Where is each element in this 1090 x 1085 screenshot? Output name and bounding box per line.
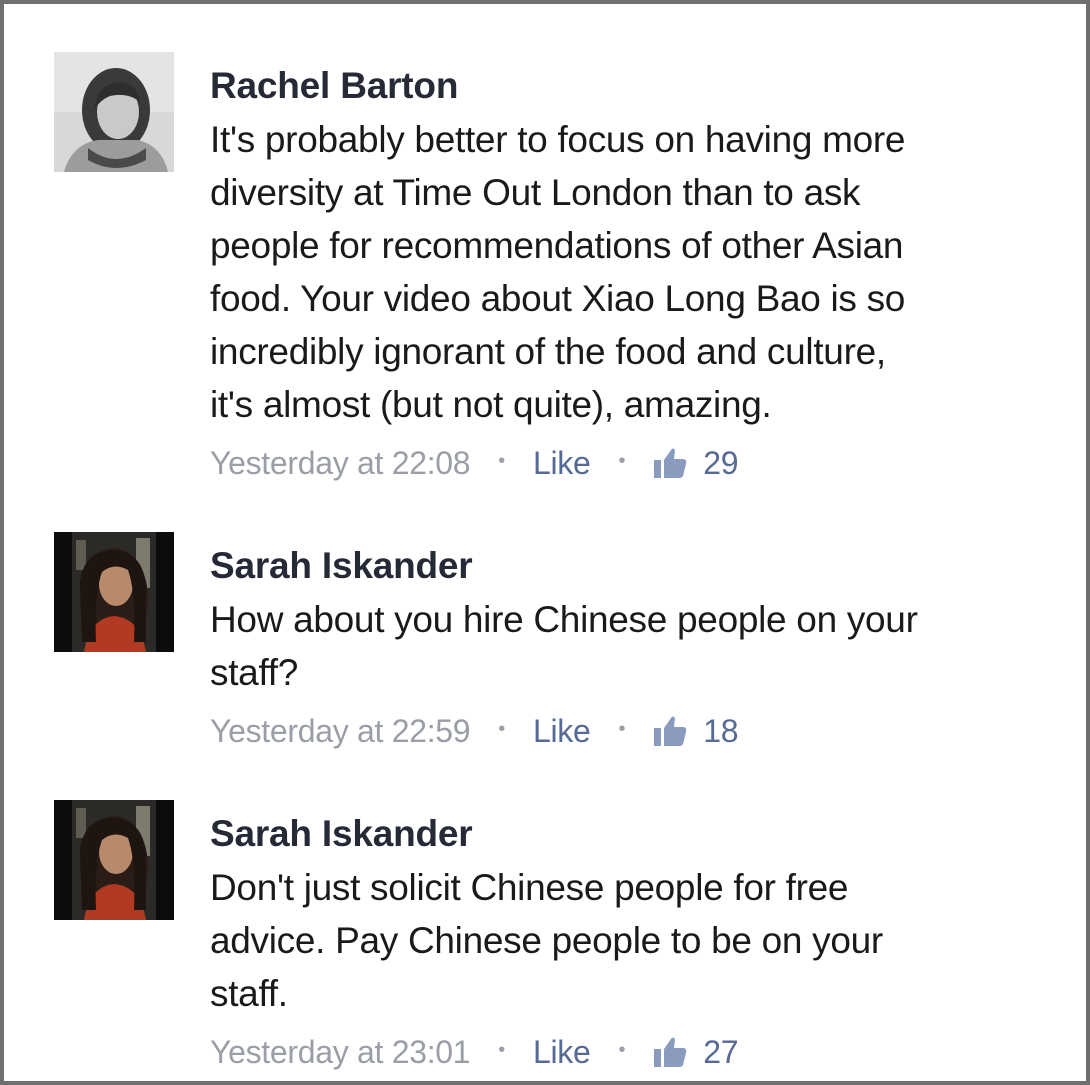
comment-meta: Yesterday at 23:01 • Like • 27 [210,1030,1060,1074]
comment-text-line: people for recommendations of other Asia… [210,225,904,266]
like-button[interactable]: Like [533,713,591,750]
comment-text-line: it's almost (but not quite), amazing. [210,384,772,425]
thumbs-up-icon[interactable] [653,1036,687,1068]
comment-text: Don't just solicit Chinese people for fr… [210,861,1060,1020]
avatar[interactable] [54,52,174,172]
timestamp[interactable]: Yesterday at 22:08 [210,445,471,482]
like-button[interactable]: Like [533,445,591,482]
separator-dot: • [618,1038,626,1061]
timestamp[interactable]: Yesterday at 22:59 [210,713,471,750]
comment-text-line: Don't just solicit Chinese people for fr… [210,867,849,908]
comment-body: Sarah Iskander Don't just solicit Chines… [210,800,1060,1074]
like-button[interactable]: Like [533,1034,591,1071]
comment-text-line: incredibly ignorant of the food and cult… [210,331,886,372]
author-name[interactable]: Sarah Iskander [210,546,1060,586]
thumbs-up-icon[interactable] [653,715,687,747]
separator-dot: • [498,717,505,740]
separator-dot: • [498,1038,505,1061]
comment-text-line: food. Your video about Xiao Long Bao is … [210,278,906,319]
separator-dot: • [618,717,626,740]
avatar[interactable] [54,532,174,652]
comment-meta: Yesterday at 22:08 • Like • 29 [210,441,1060,485]
like-count[interactable]: 29 [703,445,738,482]
comment-text-line: It's probably better to focus on having … [210,119,906,160]
comment-body: Rachel Barton It's probably better to fo… [210,52,1060,485]
comment-text-line: diversity at Time Out London than to ask [210,172,861,213]
separator-dot: • [618,449,626,472]
comment-text-line: staff. [210,973,288,1014]
comment-meta: Yesterday at 22:59 • Like • 18 [210,709,1060,753]
comment-text-line: staff? [210,652,299,693]
separator-dot: • [498,449,505,472]
comment-text: It's probably better to focus on having … [210,113,1060,431]
like-count[interactable]: 18 [703,713,738,750]
author-name[interactable]: Sarah Iskander [210,814,1060,854]
like-count[interactable]: 27 [703,1034,738,1071]
comments-panel: Rachel Barton It's probably better to fo… [0,0,1090,1085]
comment-text: How about you hire Chinese people on you… [210,593,1060,699]
comment-text-line: How about you hire Chinese people on you… [210,599,918,640]
timestamp[interactable]: Yesterday at 23:01 [210,1034,471,1071]
author-name[interactable]: Rachel Barton [210,66,1060,106]
thumbs-up-icon[interactable] [653,447,687,479]
avatar[interactable] [54,800,174,920]
comment-body: Sarah Iskander How about you hire Chines… [210,532,1060,753]
comment-text-line: advice. Pay Chinese people to be on your [210,920,883,961]
